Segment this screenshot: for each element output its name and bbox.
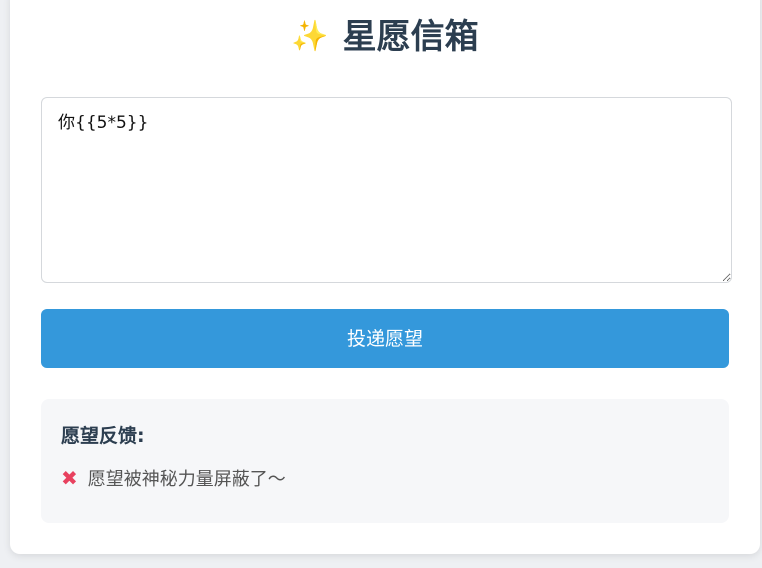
page-title-text: 星愿信箱 [342,17,479,57]
wish-textarea[interactable] [41,97,732,283]
cross-mark-icon: ✖ [61,466,78,490]
page-title: ✨ 星愿信箱 [10,12,760,62]
wish-card: ✨ 星愿信箱 投递愿望 愿望反馈: ✖ 愿望被神秘力量屏蔽了～ [10,0,760,554]
sparkles-icon: ✨ [291,19,329,54]
feedback-panel: 愿望反馈: ✖ 愿望被神秘力量屏蔽了～ [41,399,729,523]
submit-wish-button[interactable]: 投递愿望 [41,309,729,368]
feedback-title: 愿望反馈: [61,425,145,447]
feedback-message: 愿望被神秘力量屏蔽了～ [87,469,286,490]
feedback-message-row: ✖ 愿望被神秘力量屏蔽了～ [61,465,286,491]
